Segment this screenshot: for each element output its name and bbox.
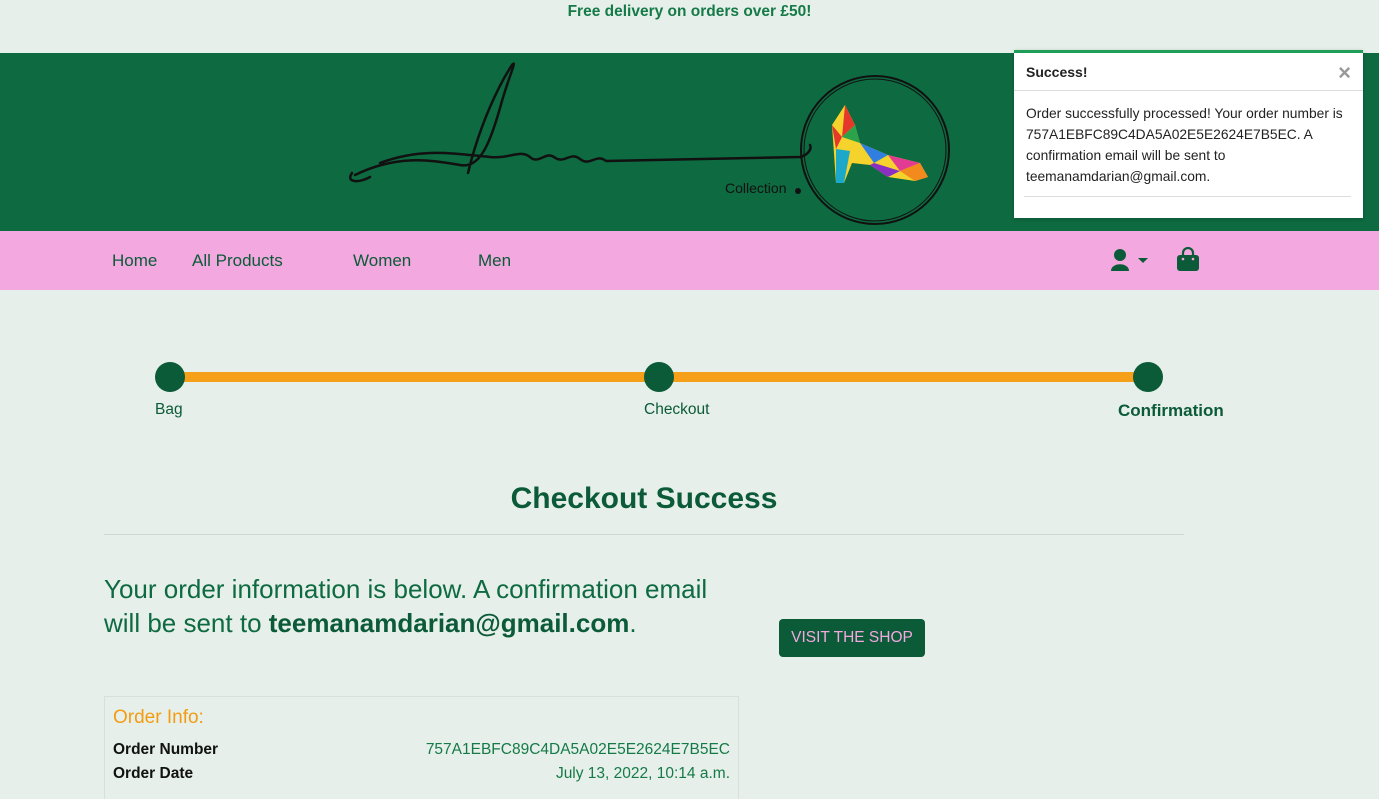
logo[interactable]: Collection (340, 53, 960, 231)
toast-header: Success! × (1014, 53, 1363, 91)
success-toast: Success! × Order successfully processed!… (1014, 50, 1363, 218)
order-intro: Your order information is below. A confi… (104, 572, 744, 640)
step-label-checkout: Checkout (644, 401, 710, 418)
main-nav: Home All Products Women Men (0, 231, 1379, 290)
close-icon[interactable]: × (1338, 60, 1351, 86)
order-date-label: Order Date (113, 765, 194, 782)
visit-shop-button[interactable]: VISIT THE SHOP (779, 619, 925, 657)
page-title: Checkout Success (510, 482, 778, 515)
toast-title: Success! (1026, 64, 1088, 80)
order-info-title: Order Info: (113, 707, 204, 728)
account-menu[interactable] (1110, 247, 1150, 278)
nav-all-products[interactable]: All Products (192, 251, 283, 271)
step-label-confirmation: Confirmation (1118, 401, 1224, 420)
step-dot-confirmation (1133, 362, 1163, 392)
logo-script (349, 62, 950, 225)
logo-subtitle: Collection (725, 180, 787, 196)
nav-men[interactable]: Men (478, 251, 511, 271)
step-label-bag: Bag (155, 401, 183, 418)
order-date-value: July 13, 2022, 10:14 a.m. (555, 765, 730, 782)
toast-divider (1024, 196, 1351, 197)
intro-email: teemanamdarian@gmail.com (268, 608, 630, 638)
high-heel-icon (832, 105, 928, 183)
user-icon (1111, 249, 1148, 271)
title-divider (104, 534, 1184, 535)
shopping-bag-icon (1177, 246, 1199, 271)
order-number-value: 757A1EBFC89C4DA5A02E5E2624E7B5EC (425, 741, 730, 758)
nav-home[interactable]: Home (112, 251, 157, 271)
shopping-bag-button[interactable] (1176, 246, 1200, 278)
order-number-label: Order Number (113, 741, 219, 758)
intro-end: . (629, 608, 637, 638)
promo-banner: Free delivery on orders over £50! (567, 3, 812, 20)
step-dot-checkout (644, 362, 674, 392)
nav-women[interactable]: Women (353, 251, 411, 271)
toast-message: Order successfully processed! Your order… (1026, 106, 1343, 184)
step-dot-bag (155, 362, 185, 392)
order-info-card: Order Info: Order Number 757A1EBFC89C4DA… (104, 696, 739, 799)
